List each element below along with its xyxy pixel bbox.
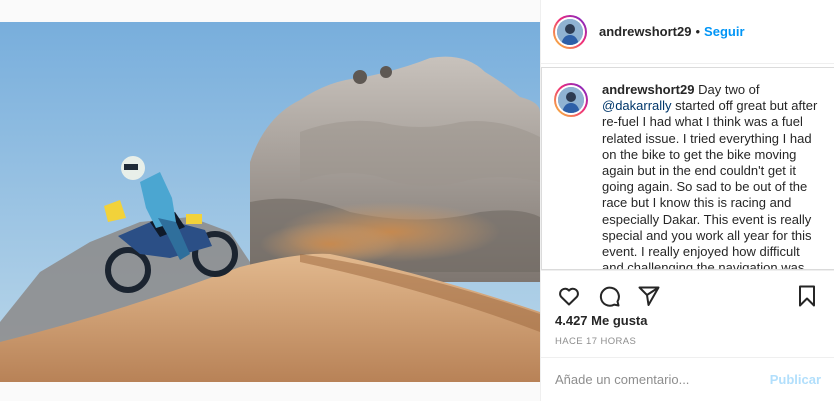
comments-section[interactable]: andrewshort29 Day two of @dakarrally sta… [541, 67, 834, 270]
heart-icon [559, 287, 579, 305]
save-button[interactable] [787, 276, 827, 316]
share-button[interactable] [629, 276, 669, 316]
post-sidebar: andrewshort29 • Seguir andrewshort29 Day… [540, 0, 834, 401]
comment-form: Publicar [541, 357, 834, 401]
caption-text-1: Day two of [694, 82, 760, 97]
comment-button[interactable] [589, 276, 629, 316]
avatar[interactable] [553, 14, 587, 49]
avatar-photo [557, 18, 583, 45]
separator-dot: • [695, 24, 701, 39]
publish-button[interactable]: Publicar [770, 372, 821, 387]
post-timestamp: HACE 17 HORAS [555, 336, 637, 347]
post-caption: andrewshort29 Day two of @dakarrally sta… [602, 82, 821, 269]
follow-button[interactable]: Seguir [704, 24, 744, 39]
photo-pane [0, 0, 540, 401]
caption-text-2: started off great but after re-fuel I ha… [602, 98, 818, 270]
post-image [0, 22, 540, 382]
post-photo[interactable] [0, 22, 540, 382]
caption-avatar[interactable] [554, 83, 588, 117]
share-icon [638, 286, 660, 306]
post-author-username[interactable]: andrewshort29 [599, 24, 691, 39]
caption-mention-link[interactable]: @dakarrally [602, 98, 672, 113]
comment-input[interactable] [555, 372, 762, 387]
post-header: andrewshort29 • Seguir [541, 0, 834, 64]
bookmark-icon [799, 285, 815, 306]
caption-avatar-photo [558, 87, 584, 113]
comment-icon [599, 286, 620, 307]
likes-count[interactable]: 4.427 Me gusta [555, 313, 648, 328]
like-button[interactable] [549, 276, 589, 316]
caption-username[interactable]: andrewshort29 [602, 82, 694, 97]
